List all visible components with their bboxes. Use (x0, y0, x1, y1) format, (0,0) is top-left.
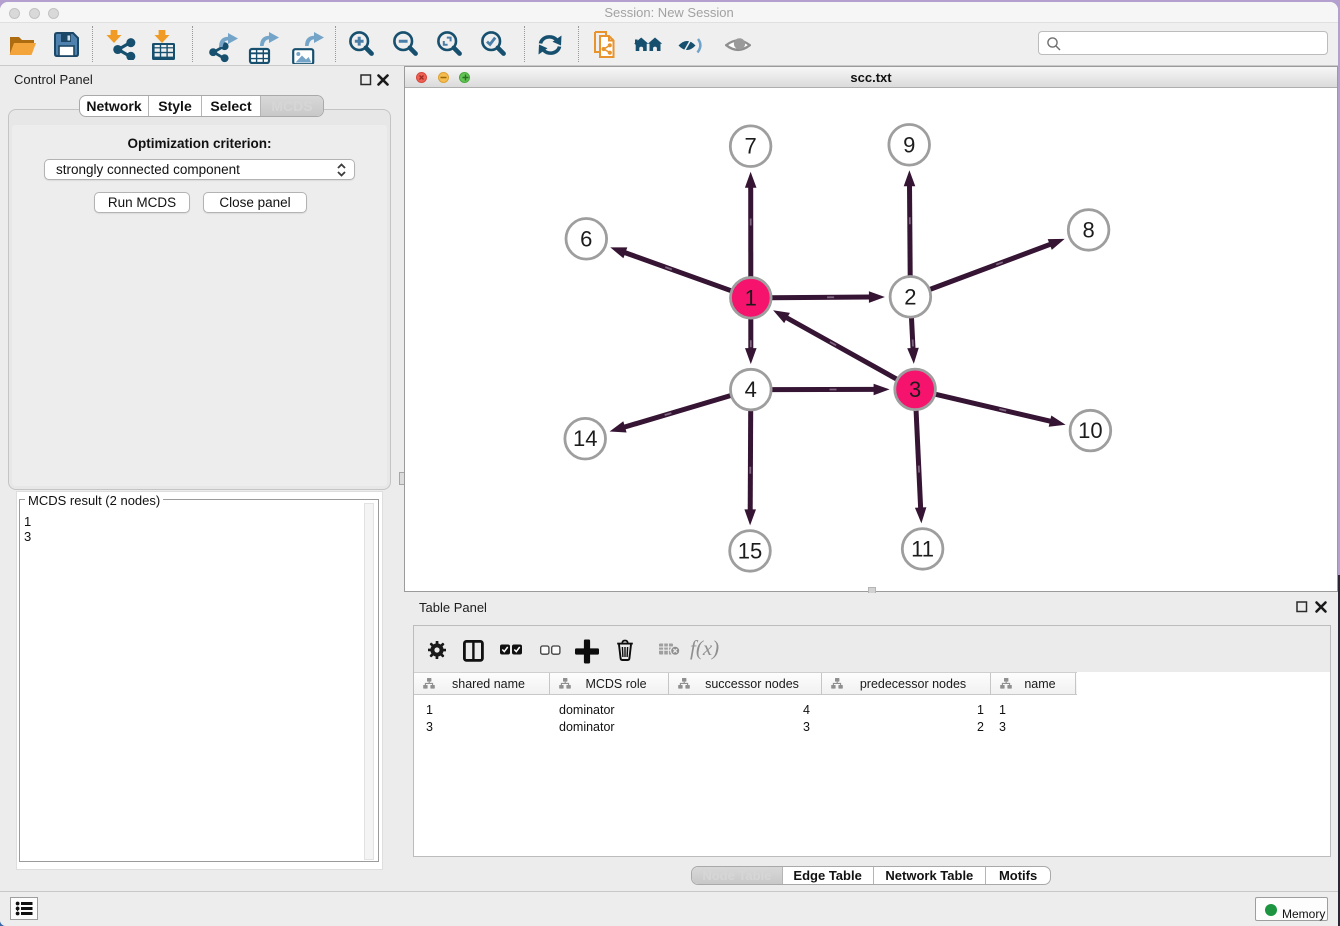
svg-text:15: 15 (738, 538, 762, 563)
svg-text:11: 11 (911, 536, 934, 561)
svg-text:7: 7 (744, 134, 756, 159)
svg-text:14: 14 (573, 426, 597, 451)
svg-text:6: 6 (580, 226, 592, 251)
svg-text:10: 10 (1078, 418, 1102, 443)
svg-text:9: 9 (903, 132, 915, 157)
svg-text:2: 2 (904, 284, 916, 309)
svg-text:8: 8 (1082, 217, 1094, 242)
svg-text:4: 4 (745, 377, 757, 402)
svg-text:3: 3 (909, 377, 921, 402)
svg-text:1: 1 (745, 285, 757, 310)
